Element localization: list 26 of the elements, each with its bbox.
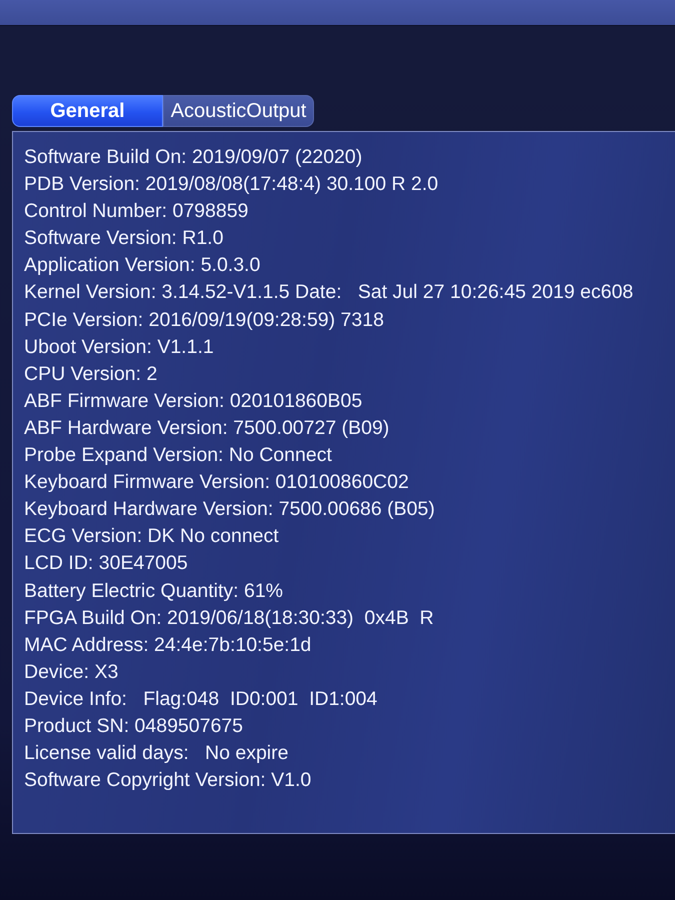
info-line: Software Version: R1.0: [24, 226, 224, 252]
info-line: Device Info: Flag:048 ID0:001 ID1:004: [24, 686, 378, 712]
info-line: PDB Version: 2019/08/08(17:48:4) 30.100 R 2.0: [24, 172, 438, 198]
info-line: Software Build On: 2019/09/07 (22020): [24, 145, 362, 170]
info-line: Keyboard Firmware Version: 010100860C02: [24, 470, 409, 496]
info-line: Uboot Version: V1.1.1: [24, 334, 214, 360]
info-line: Device: X3: [24, 660, 118, 685]
info-line: Control Number: 0798859: [24, 199, 248, 224]
info-line: Keyboard Hardware Version: 7500.00686 (B05): [24, 497, 435, 522]
info-line: Software Copyright Version: V1.0: [24, 768, 312, 794]
info-line: ECG Version: DK No connect: [24, 524, 279, 550]
info-line: Application Version: 5.0.3.0: [24, 253, 260, 278]
info-line: LCD ID: 30E47005: [24, 551, 188, 576]
info-line: Probe Expand Version: No Connect: [24, 443, 332, 468]
info-line: PCIe Version: 2016/09/19(09:28:59) 7318: [24, 308, 384, 333]
info-line: License valid days: No expire: [24, 741, 288, 766]
info-line: Product SN: 0489507675: [24, 714, 243, 739]
info-line: Kernel Version: 3.14.52-V1.1.5 Date: Sat Jul 27 10:26:45 2019 ec608: [24, 280, 634, 306]
info-line: CPU Version: 2: [24, 362, 158, 387]
info-line: ABF Firmware Version: 020101860B05: [24, 388, 362, 414]
tab[interactable]: General: [12, 95, 163, 127]
info-line: FPGA Build On: 2019/06/18(18:30:33) 0x4B R: [24, 606, 434, 631]
tab[interactable]: AcousticOutput: [163, 95, 314, 127]
info-line: ABF Hardware Version: 7500.00727 (B09): [24, 416, 390, 441]
info-line: MAC Address: 24:4e:7b:10:5e:1d: [24, 632, 312, 658]
info-line: Battery Electric Quantity: 61%: [24, 578, 284, 604]
